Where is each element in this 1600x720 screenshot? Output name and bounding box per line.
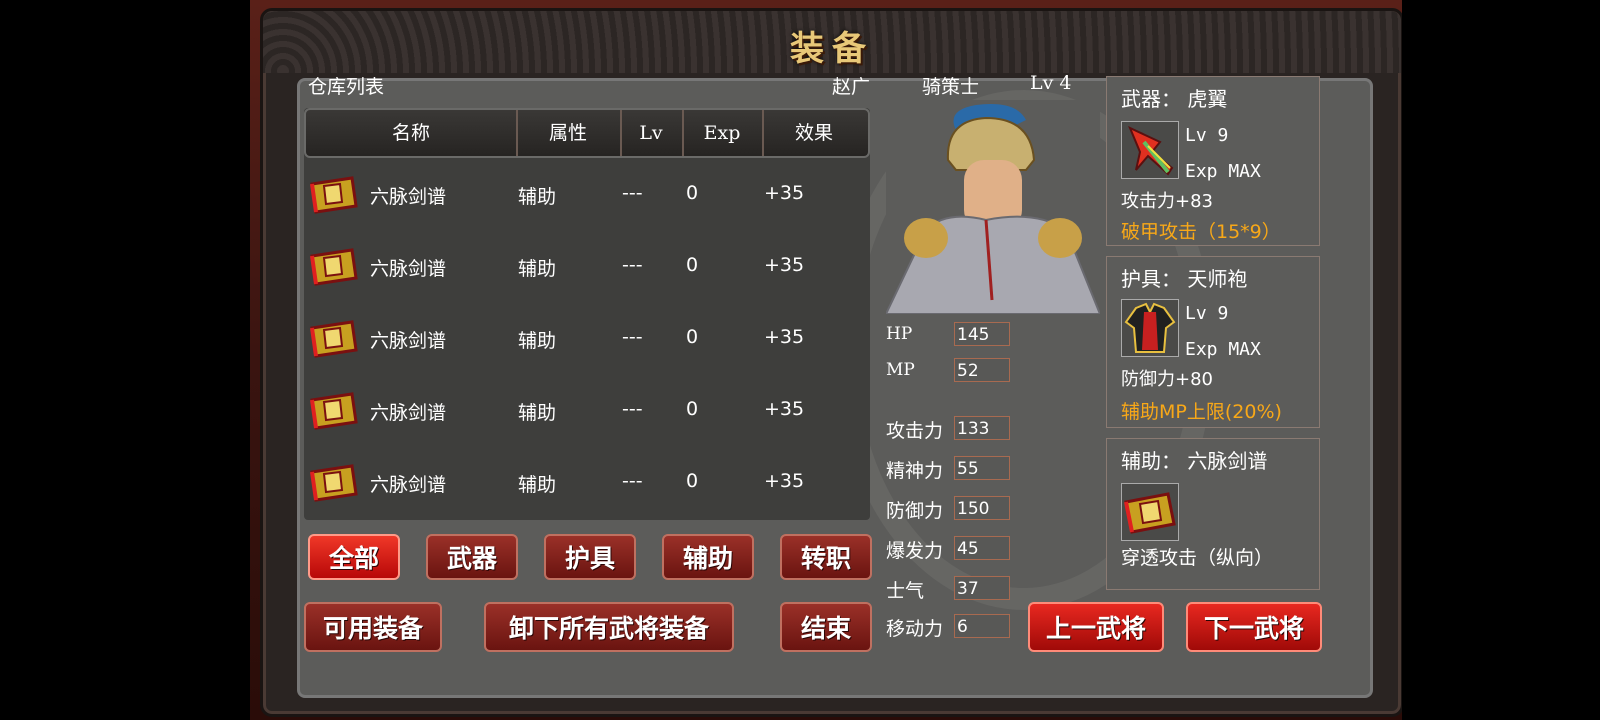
book-icon (310, 464, 358, 502)
item-name: 六脉剑谱 (370, 258, 447, 280)
stat-attack-value: 133 (954, 416, 1010, 440)
item-name: 六脉剑谱 (370, 186, 447, 208)
item-lv: --- (622, 326, 643, 348)
armor-lv: Lv 9 (1185, 303, 1229, 324)
weapon-title: 武器： 虎翼 (1121, 87, 1228, 111)
item-exp: 0 (686, 182, 699, 204)
general-class: 骑策士 (922, 76, 980, 98)
book-icon (1121, 483, 1179, 541)
assist-title: 辅助： 六脉剑谱 (1121, 449, 1268, 473)
column-header-exp[interactable]: Exp (682, 110, 764, 156)
stat-move-label: 移动力 (886, 618, 944, 640)
general-portrait (886, 100, 1100, 314)
item-effect: +35 (764, 254, 805, 276)
assist-skill: 穿透攻击（纵向） (1121, 547, 1274, 569)
stat-mp-value: 52 (954, 358, 1010, 382)
general-level: Lv 4 (1030, 72, 1072, 94)
stat-burst-value: 45 (954, 536, 1010, 560)
stat-burst-label: 爆发力 (886, 540, 944, 562)
weapon-bonus: 攻击力+83 (1121, 191, 1213, 212)
item-name: 六脉剑谱 (370, 474, 447, 496)
item-exp: 0 (686, 254, 699, 276)
item-name: 六脉剑谱 (370, 330, 447, 352)
armor-title: 护具： 天师袍 (1121, 267, 1248, 291)
table-row[interactable]: 六脉剑谱 辅助 --- 0 +35 (304, 238, 870, 298)
weapon-exp: Exp MAX (1185, 161, 1261, 182)
column-header-effect[interactable]: 效果 (762, 110, 866, 156)
item-effect: +35 (764, 470, 805, 492)
item-lv: --- (622, 182, 643, 204)
item-attr: 辅助 (518, 258, 557, 280)
stat-defense-value: 150 (954, 496, 1010, 520)
weapon-lv: Lv 9 (1185, 125, 1229, 146)
item-attr: 辅助 (518, 402, 557, 424)
item-lv: --- (622, 254, 643, 276)
stat-mp-label: MP (886, 360, 915, 380)
column-header-lv[interactable]: Lv (620, 110, 684, 156)
item-exp: 0 (686, 470, 699, 492)
stat-hp-value: 145 (954, 322, 1010, 346)
stat-spirit-value: 55 (954, 456, 1010, 480)
assist-slot[interactable]: 辅助： 六脉剑谱 穿透攻击（纵向） (1106, 438, 1320, 590)
item-lv: --- (622, 470, 643, 492)
item-attr: 辅助 (518, 474, 557, 496)
table-header: 名称 属性 Lv Exp 效果 (304, 108, 870, 158)
book-icon (310, 320, 358, 358)
equipment-scene: 装备 仓库列表 赵广 骑策士 Lv 4 名称 属性 Lv Exp 效果 六脉剑谱… (250, 0, 1402, 720)
warehouse-label: 仓库列表 (308, 76, 385, 98)
prev-general-button[interactable]: 上一武将 (1028, 602, 1164, 652)
book-icon (310, 176, 358, 214)
armor-slot[interactable]: 护具： 天师袍 Lv 9 Exp MAX 防御力+80 辅助MP上限(20%) (1106, 256, 1320, 428)
robe-icon (1121, 299, 1179, 357)
item-attr: 辅助 (518, 330, 557, 352)
item-lv: --- (622, 398, 643, 420)
end-button[interactable]: 结束 (780, 602, 872, 652)
item-name: 六脉剑谱 (370, 402, 447, 424)
book-icon (310, 392, 358, 430)
item-effect: +35 (764, 182, 805, 204)
content-layer: 仓库列表 赵广 骑策士 Lv 4 名称 属性 Lv Exp 效果 六脉剑谱 辅助… (294, 0, 1402, 720)
unequip-all-button[interactable]: 卸下所有武将装备 (484, 602, 734, 652)
column-header-attr[interactable]: 属性 (516, 110, 622, 156)
item-attr: 辅助 (518, 186, 557, 208)
sword-icon (1121, 121, 1179, 179)
stat-morale-value: 37 (954, 576, 1010, 600)
table-row[interactable]: 六脉剑谱 辅助 --- 0 +35 (304, 166, 870, 226)
general-portrait-image (886, 100, 1100, 314)
usable-equipment-button[interactable]: 可用装备 (304, 602, 442, 652)
general-name: 赵广 (832, 76, 871, 98)
filter-assist-button[interactable]: 辅助 (662, 534, 754, 580)
table-row[interactable]: 六脉剑谱 辅助 --- 0 +35 (304, 310, 870, 370)
table-row[interactable]: 六脉剑谱 辅助 --- 0 +35 (304, 454, 870, 514)
item-effect: +35 (764, 326, 805, 348)
item-exp: 0 (686, 398, 699, 420)
column-header-name[interactable]: 名称 (306, 110, 518, 156)
item-exp: 0 (686, 326, 699, 348)
filter-all-button[interactable]: 全部 (308, 534, 400, 580)
armor-bonus: 防御力+80 (1121, 369, 1213, 390)
next-general-button[interactable]: 下一武将 (1186, 602, 1322, 652)
table-row[interactable]: 六脉剑谱 辅助 --- 0 +35 (304, 382, 870, 442)
book-icon (310, 248, 358, 286)
item-effect: +35 (764, 398, 805, 420)
stat-defense-label: 防御力 (886, 500, 944, 522)
job-change-button[interactable]: 转职 (780, 534, 872, 580)
weapon-skill: 破甲攻击（15*9） (1121, 221, 1281, 243)
weapon-slot[interactable]: 武器： 虎翼 Lv 9 Exp MAX 攻击力+83 破甲攻击（15*9） (1106, 76, 1320, 246)
stat-hp-label: HP (886, 324, 913, 344)
stat-spirit-label: 精神力 (886, 460, 944, 482)
stat-attack-label: 攻击力 (886, 420, 944, 442)
filter-weapon-button[interactable]: 武器 (426, 534, 518, 580)
filter-armor-button[interactable]: 护具 (544, 534, 636, 580)
stat-move-value: 6 (954, 614, 1010, 638)
armor-skill: 辅助MP上限(20%) (1121, 401, 1282, 423)
stat-morale-label: 士气 (886, 580, 925, 602)
armor-exp: Exp MAX (1185, 339, 1261, 360)
item-table: 名称 属性 Lv Exp 效果 六脉剑谱 辅助 --- 0 +35 六脉剑谱 辅… (304, 108, 870, 520)
